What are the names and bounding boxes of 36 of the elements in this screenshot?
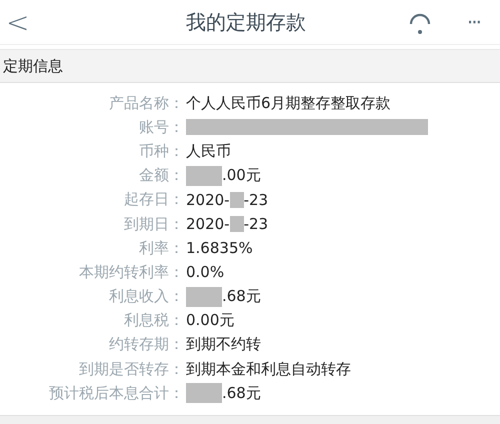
redaction-block bbox=[230, 192, 244, 208]
field-label: 约转存期： bbox=[108, 335, 184, 354]
field-label: 利率： bbox=[138, 238, 184, 258]
field-label: 产品名称： bbox=[108, 94, 184, 113]
redaction-block bbox=[186, 286, 222, 307]
field-value: 0.0% bbox=[186, 263, 224, 282]
field-value: 到期不约转 bbox=[186, 335, 261, 354]
field-value: -23 bbox=[244, 190, 268, 209]
back-button[interactable]: < bbox=[6, 6, 46, 38]
redaction-block bbox=[186, 166, 222, 186]
field-label: 金额： bbox=[138, 166, 184, 186]
field-value: .68元 bbox=[222, 287, 261, 306]
field-value: .68元 bbox=[222, 384, 261, 403]
field-value: .00元 bbox=[222, 166, 261, 186]
more-button[interactable]: ··· bbox=[466, 10, 480, 34]
field-value: 1.6835% bbox=[186, 239, 253, 258]
field-label: 到期日： bbox=[123, 214, 184, 234]
field-label: 本期约转利率： bbox=[78, 262, 184, 282]
field-value: -23 bbox=[244, 215, 268, 234]
redaction-block bbox=[230, 216, 244, 232]
field-value: 2020- bbox=[186, 190, 230, 209]
field-label: 利息税： bbox=[123, 311, 184, 330]
field-label: 预计税后本息合计： bbox=[48, 384, 184, 403]
field-value: 2020- bbox=[186, 215, 230, 234]
field-value: 人民币 bbox=[186, 142, 231, 161]
field-value: 个人人民币6月期整存整取存款 bbox=[186, 94, 391, 113]
field-value: 0.00元 bbox=[186, 311, 234, 330]
field-label: 账号： bbox=[138, 118, 184, 137]
field-label: 到期是否转存： bbox=[78, 360, 184, 379]
redaction-block bbox=[186, 383, 222, 404]
section-title: 定期信息 bbox=[3, 56, 63, 76]
field-label: 起存日： bbox=[123, 190, 184, 210]
field-label: 利息收入： bbox=[108, 287, 184, 306]
page-title: 我的定期存款 bbox=[186, 8, 306, 36]
field-value: 到期本金和利息自动转存 bbox=[186, 360, 351, 379]
field-label: 币种： bbox=[138, 142, 184, 161]
